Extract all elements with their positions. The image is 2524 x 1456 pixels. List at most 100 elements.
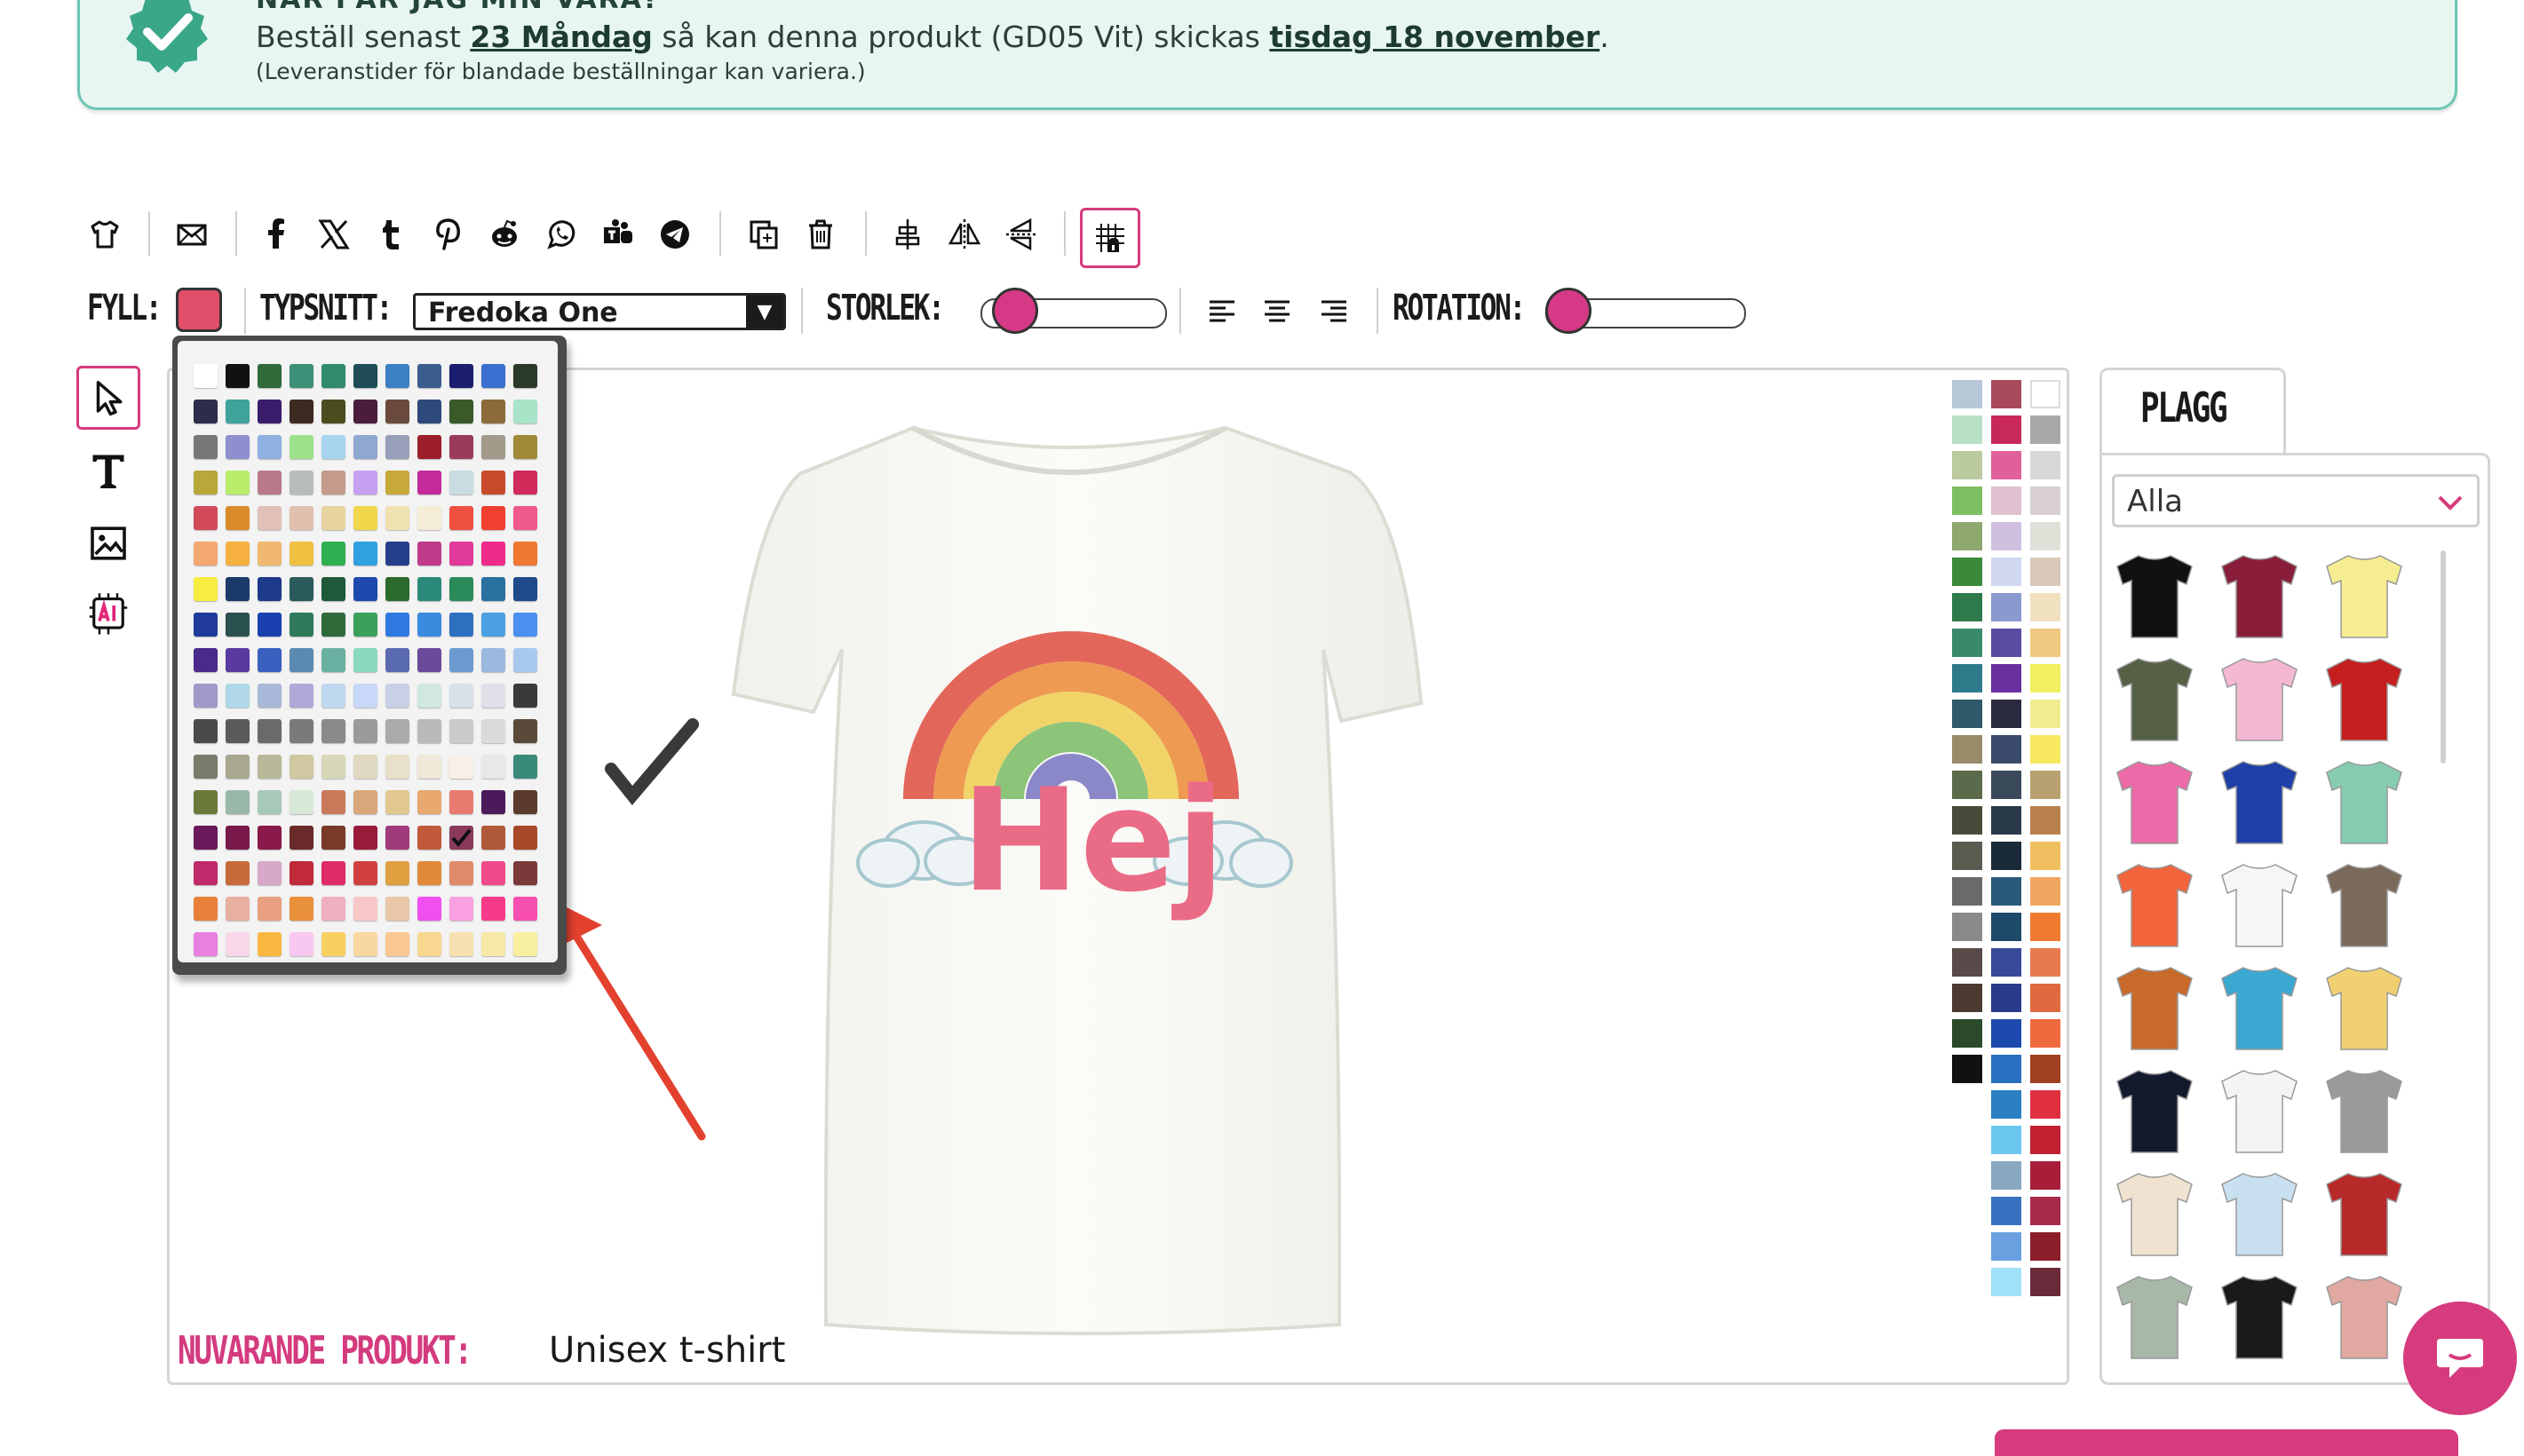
popup-color-swatch[interactable] — [290, 755, 314, 779]
popup-color-swatch[interactable] — [226, 897, 250, 921]
popup-color-swatch[interactable] — [417, 542, 441, 566]
popup-color-swatch[interactable] — [449, 719, 473, 743]
popup-color-swatch[interactable] — [290, 400, 314, 423]
palette-color-swatch[interactable] — [1991, 451, 2021, 479]
size-slider-handle[interactable] — [991, 288, 1038, 334]
garment-tshirt-burgundy[interactable] — [2215, 550, 2304, 643]
tumblr-icon[interactable] — [368, 211, 414, 257]
palette-color-swatch[interactable] — [1991, 877, 2021, 906]
palette-color-swatch[interactable] — [1991, 415, 2021, 444]
popup-color-swatch[interactable] — [417, 719, 441, 743]
palette-color-swatch[interactable] — [2030, 1126, 2060, 1154]
popup-color-swatch[interactable] — [449, 897, 473, 921]
popup-color-swatch[interactable] — [481, 932, 505, 956]
popup-color-swatch[interactable] — [194, 684, 218, 708]
popup-color-swatch[interactable] — [321, 684, 345, 708]
popup-color-swatch[interactable] — [321, 364, 345, 388]
popup-color-swatch[interactable] — [385, 826, 409, 850]
palette-color-swatch[interactable] — [1952, 948, 1982, 977]
popup-color-swatch[interactable] — [194, 577, 218, 601]
popup-color-swatch[interactable] — [417, 861, 441, 885]
popup-color-swatch[interactable] — [258, 364, 282, 388]
palette-color-swatch[interactable] — [2030, 629, 2060, 657]
palette-color-swatch[interactable] — [1991, 771, 2021, 799]
popup-color-swatch[interactable] — [449, 790, 473, 814]
popup-color-swatch[interactable] — [481, 755, 505, 779]
popup-color-swatch[interactable] — [449, 648, 473, 672]
popup-color-swatch[interactable] — [321, 826, 345, 850]
popup-color-swatch[interactable] — [321, 400, 345, 423]
deadline-link[interactable]: 23 Måndag — [470, 20, 653, 54]
palette-color-swatch[interactable] — [1952, 664, 1982, 692]
popup-color-swatch[interactable] — [226, 684, 250, 708]
popup-color-swatch[interactable] — [290, 719, 314, 743]
popup-color-swatch[interactable] — [290, 826, 314, 850]
rotation-slider-handle[interactable] — [1545, 288, 1591, 334]
popup-color-swatch[interactable] — [321, 577, 345, 601]
popup-color-swatch[interactable] — [513, 542, 537, 566]
popup-color-swatch[interactable] — [385, 861, 409, 885]
popup-color-swatch[interactable] — [258, 826, 282, 850]
popup-color-swatch[interactable] — [321, 471, 345, 495]
align-center-icon[interactable] — [885, 211, 931, 257]
popup-color-swatch[interactable] — [226, 613, 250, 637]
popup-color-swatch[interactable] — [481, 719, 505, 743]
palette-color-swatch[interactable] — [1952, 522, 1982, 550]
popup-color-swatch[interactable] — [385, 542, 409, 566]
popup-color-swatch[interactable] — [353, 755, 377, 779]
palette-color-swatch[interactable] — [2030, 593, 2060, 621]
popup-color-swatch[interactable] — [194, 506, 218, 530]
popup-color-swatch[interactable] — [321, 613, 345, 637]
popup-color-swatch[interactable] — [481, 364, 505, 388]
palette-color-swatch[interactable] — [1991, 1232, 2021, 1261]
popup-color-swatch[interactable] — [481, 684, 505, 708]
plagg-scrollbar[interactable] — [2441, 550, 2446, 764]
popup-color-swatch[interactable] — [258, 542, 282, 566]
palette-color-swatch[interactable] — [2030, 1019, 2060, 1048]
popup-color-swatch[interactable] — [417, 471, 441, 495]
garment-hoodie-black-orange[interactable] — [2215, 1271, 2304, 1364]
palette-color-swatch[interactable] — [2030, 487, 2060, 515]
palette-color-swatch[interactable] — [1991, 593, 2021, 621]
garment-hoodie-orange[interactable] — [2110, 962, 2199, 1055]
popup-color-swatch[interactable] — [321, 719, 345, 743]
popup-color-swatch[interactable] — [194, 932, 218, 956]
popup-color-swatch[interactable] — [513, 755, 537, 779]
popup-color-swatch[interactable] — [290, 542, 314, 566]
popup-color-swatch[interactable] — [481, 506, 505, 530]
popup-color-swatch[interactable] — [449, 684, 473, 708]
popup-color-swatch[interactable] — [513, 684, 537, 708]
palette-color-swatch[interactable] — [2030, 1161, 2060, 1190]
popup-color-swatch[interactable] — [513, 435, 537, 459]
popup-color-swatch[interactable] — [290, 932, 314, 956]
garment-tshirt-cream[interactable] — [2110, 1168, 2199, 1261]
popup-color-swatch[interactable] — [417, 506, 441, 530]
popup-color-swatch[interactable] — [385, 932, 409, 956]
popup-color-swatch[interactable] — [481, 400, 505, 423]
popup-color-swatch[interactable] — [194, 648, 218, 672]
popup-color-swatch[interactable] — [513, 719, 537, 743]
popup-color-swatch[interactable] — [258, 897, 282, 921]
palette-color-swatch[interactable] — [1952, 1055, 1982, 1083]
palette-color-swatch[interactable] — [1991, 664, 2021, 692]
popup-color-swatch[interactable] — [385, 471, 409, 495]
palette-color-swatch[interactable] — [1952, 735, 1982, 764]
popup-color-swatch[interactable] — [226, 506, 250, 530]
popup-color-swatch[interactable] — [194, 613, 218, 637]
popup-color-swatch[interactable] — [321, 932, 345, 956]
popup-color-swatch[interactable] — [481, 826, 505, 850]
popup-color-swatch[interactable] — [258, 684, 282, 708]
garment-raglan-black-white[interactable] — [2215, 1065, 2304, 1158]
garment-tank-white[interactable] — [2215, 859, 2304, 952]
tshirt-icon[interactable] — [82, 211, 128, 257]
palette-color-swatch[interactable] — [1991, 948, 2021, 977]
popup-color-swatch[interactable] — [481, 861, 505, 885]
popup-color-swatch[interactable] — [258, 755, 282, 779]
popup-color-swatch[interactable] — [353, 471, 377, 495]
popup-color-swatch[interactable] — [353, 790, 377, 814]
popup-color-swatch[interactable] — [353, 400, 377, 423]
popup-color-swatch[interactable] — [417, 400, 441, 423]
popup-color-swatch[interactable] — [226, 790, 250, 814]
popup-color-swatch[interactable] — [321, 506, 345, 530]
popup-color-swatch[interactable] — [385, 506, 409, 530]
